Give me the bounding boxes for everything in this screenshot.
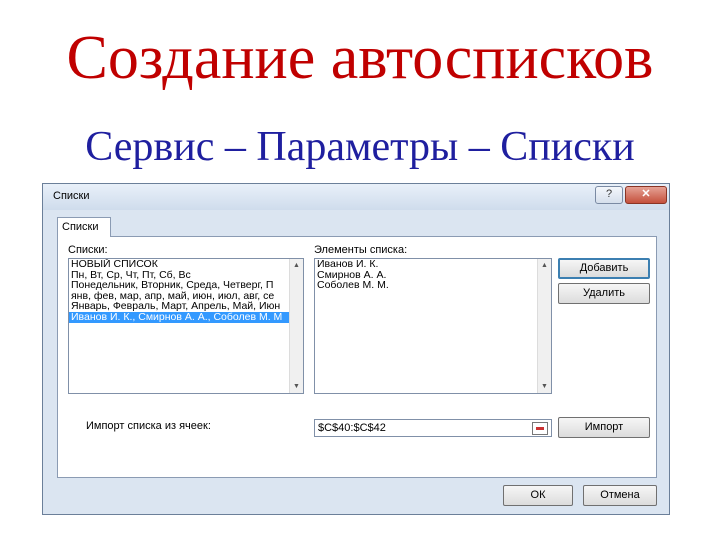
dialog-title: Списки: [53, 190, 90, 202]
lists-listbox[interactable]: НОВЫЙ СПИСОК Пн, Вт, Ср, Чт, Пт, Сб, Вс По…: [68, 258, 304, 394]
slide-title: Создание автосписков: [66, 24, 654, 92]
list-item[interactable]: НОВЫЙ СПИСОК: [69, 259, 303, 270]
lists-panel: Списки: НОВЫЙ СПИСОК Пн, Вт, Ср, Чт, Пт, …: [57, 236, 657, 478]
range-select-icon[interactable]: [532, 422, 548, 435]
dialog-titlebar: Списки ? ✕: [43, 184, 669, 210]
lists-dialog: Списки ? ✕ Списки Списки: НОВЫЙ СПИСОК Пн…: [42, 183, 670, 515]
help-button[interactable]: ?: [595, 186, 623, 204]
scroll-down-icon[interactable]: ▼: [290, 380, 303, 393]
entries-items: Иванов И. К. Смирнов А. А. Соболев М. М.: [315, 259, 551, 291]
scroll-up-icon[interactable]: ▲: [290, 259, 303, 272]
list-item[interactable]: Иванов И. К., Смирнов А. А., Соболев М. …: [69, 312, 303, 323]
entries-scrollbar[interactable]: ▲ ▼: [537, 259, 551, 393]
entries-textbox[interactable]: Иванов И. К. Смирнов А. А. Соболев М. М. ▲…: [314, 258, 552, 394]
import-range-value: $C$40:$C$42: [318, 422, 386, 434]
lists-label: Списки:: [68, 244, 108, 256]
lists-items: НОВЫЙ СПИСОК Пн, Вт, Ср, Чт, Пт, Сб, Вс По…: [69, 259, 303, 323]
ok-button[interactable]: ОК: [503, 485, 573, 506]
entries-label: Элементы списка:: [314, 244, 408, 256]
import-range-input[interactable]: $C$40:$C$42: [314, 419, 552, 437]
lists-scrollbar[interactable]: ▲ ▼: [289, 259, 303, 393]
import-button[interactable]: Импорт: [558, 417, 650, 438]
scroll-down-icon[interactable]: ▼: [538, 380, 551, 393]
close-button[interactable]: ✕: [625, 186, 667, 204]
slide-subtitle: Сервис – Параметры – Списки: [85, 124, 635, 170]
scroll-up-icon[interactable]: ▲: [538, 259, 551, 272]
delete-button[interactable]: Удалить: [558, 283, 650, 304]
list-entry: Иванов И. К.: [317, 258, 379, 270]
import-label: Импорт списка из ячеек:: [86, 420, 211, 432]
cancel-button[interactable]: Отмена: [583, 485, 657, 506]
add-button[interactable]: Добавить: [558, 258, 650, 279]
tab-lists[interactable]: Списки: [57, 217, 111, 237]
list-entry: Соболев М. М.: [317, 279, 389, 292]
